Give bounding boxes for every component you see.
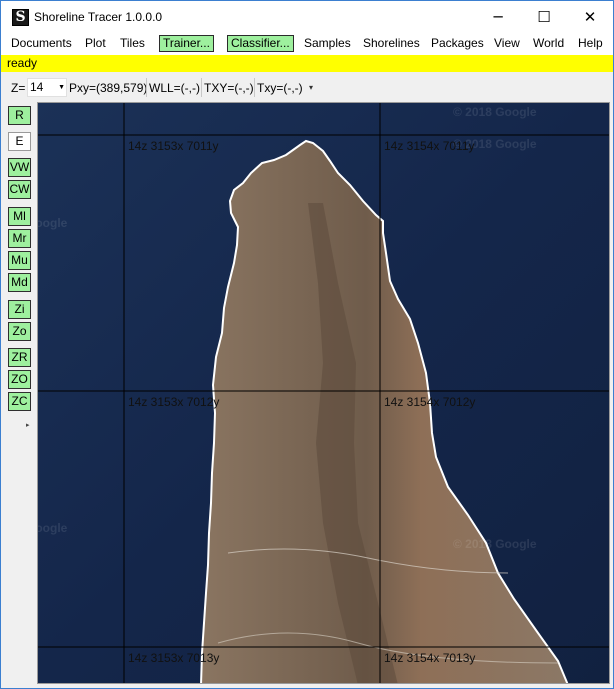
toolbar-overflow-icon[interactable]: ▾ bbox=[309, 83, 313, 92]
map-view[interactable]: © 2018 Google © 2018 Google Google Googl… bbox=[37, 102, 610, 684]
dropdown-arrow-icon[interactable]: ▼ bbox=[58, 79, 65, 96]
menu-help[interactable]: Help bbox=[578, 36, 603, 53]
status-text: ready bbox=[7, 56, 38, 70]
pixel-xy-readout: Pxy=(389,579) bbox=[69, 81, 148, 95]
menu-tiles[interactable]: Tiles bbox=[120, 36, 145, 53]
toolbar-separator bbox=[146, 78, 147, 97]
menu-classifier-button[interactable]: Classifier... bbox=[227, 35, 294, 52]
close-button[interactable]: ✕ bbox=[567, 1, 613, 33]
zoom-level-value: 14 bbox=[30, 80, 44, 94]
map-watermark: Google bbox=[38, 216, 68, 230]
menu-documents[interactable]: Documents bbox=[11, 36, 72, 53]
tile-label: 14z 3154x 7011y bbox=[384, 139, 475, 153]
tool-vw-button[interactable]: VW bbox=[8, 158, 31, 177]
tool-zr-button[interactable]: ZR bbox=[8, 348, 31, 367]
menu-view[interactable]: View bbox=[494, 36, 520, 53]
panel-overflow-icon[interactable]: ▸ bbox=[26, 421, 30, 429]
map-watermark: © 2018 Google bbox=[453, 105, 537, 119]
tool-e-button[interactable]: E bbox=[8, 132, 31, 151]
tool-zc-button[interactable]: ZC bbox=[8, 392, 31, 411]
tool-md-button[interactable]: Md bbox=[8, 273, 31, 292]
tile-label: 14z 3154x 7012y bbox=[384, 395, 476, 409]
tool-r-button[interactable]: R bbox=[8, 106, 31, 125]
title-bar[interactable]: S Shoreline Tracer 1.0.0.0 ─ ☐ ✕ bbox=[1, 1, 613, 33]
menu-plot[interactable]: Plot bbox=[85, 36, 106, 53]
world-latlon-readout: WLL=(-,-) bbox=[149, 81, 200, 95]
toolbar-separator bbox=[254, 78, 255, 97]
tool-zi-button[interactable]: Zi bbox=[8, 300, 31, 319]
tile-label: 14z 3153x 7011y bbox=[128, 139, 219, 153]
tile-label: 14z 3153x 7012y bbox=[128, 395, 220, 409]
maximize-button[interactable]: ☐ bbox=[521, 1, 567, 33]
window-title: Shoreline Tracer 1.0.0.0 bbox=[34, 10, 163, 24]
tool-zo-caps-button[interactable]: ZO bbox=[8, 370, 31, 389]
satellite-map-image bbox=[38, 103, 609, 683]
minimize-button[interactable]: ─ bbox=[475, 1, 521, 33]
menu-trainer-button[interactable]: Trainer... bbox=[159, 35, 214, 52]
tile-xy-readout: TXY=(-,-) bbox=[204, 81, 254, 95]
app-logo-icon: S bbox=[12, 9, 29, 26]
menu-packages[interactable]: Packages bbox=[431, 36, 484, 53]
tile-label: 14z 3154x 7013y bbox=[384, 651, 476, 665]
tile-label: 14z 3153x 7013y bbox=[128, 651, 220, 665]
zoom-level-dropdown[interactable]: 14 ▼ bbox=[27, 78, 67, 97]
menu-samples[interactable]: Samples bbox=[304, 36, 351, 53]
tile-pixel-readout: Txy=(-,-) bbox=[257, 81, 303, 95]
map-watermark: Google bbox=[38, 521, 68, 535]
tool-ml-button[interactable]: Ml bbox=[8, 207, 31, 226]
coordinate-toolbar: Z= 14 ▼ Pxy=(389,579) WLL=(-,-) TXY=(-,-… bbox=[1, 73, 613, 100]
tool-mr-button[interactable]: Mr bbox=[8, 229, 31, 248]
menu-shorelines[interactable]: Shorelines bbox=[363, 36, 420, 53]
map-watermark: © 2018 Google bbox=[453, 537, 537, 551]
status-bar: ready bbox=[1, 55, 613, 72]
menu-bar: Documents Plot Tiles Trainer... Classifi… bbox=[1, 33, 613, 55]
zoom-label: Z= bbox=[11, 81, 26, 95]
tool-panel: R E VW CW Ml Mr Mu Md Zi Zo ZR ZO ZC ▸ bbox=[1, 101, 37, 688]
tool-cw-button[interactable]: CW bbox=[8, 180, 31, 199]
menu-world[interactable]: World bbox=[533, 36, 564, 53]
toolbar-separator bbox=[201, 78, 202, 97]
app-window: S Shoreline Tracer 1.0.0.0 ─ ☐ ✕ Documen… bbox=[0, 0, 614, 689]
tool-zo-button[interactable]: Zo bbox=[8, 322, 31, 341]
tool-mu-button[interactable]: Mu bbox=[8, 251, 31, 270]
